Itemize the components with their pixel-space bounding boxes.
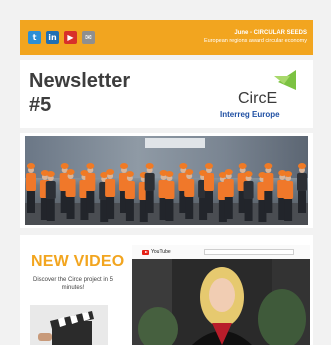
banner-subtitle: European regions award circular economy (203, 37, 307, 44)
social-links: t in ▶ ✉ (28, 31, 95, 44)
video-section: NEW VIDEO Discover the Circe project in … (20, 235, 313, 345)
video-player[interactable]: YouTube (132, 245, 310, 345)
video-heading: NEW VIDEO (31, 253, 125, 270)
photo-person (263, 163, 274, 213)
logo-arrow-icon (274, 70, 296, 90)
logo-name: CircE (238, 90, 278, 107)
group-photo (25, 136, 308, 225)
photo-person (204, 163, 214, 213)
page-title: Newsletter #5 (29, 69, 130, 117)
group-photo-card (20, 133, 313, 228)
youtube-play-icon (142, 249, 149, 255)
top-banner: t in ▶ ✉ June - CIRCULAR SEEDS European … (20, 20, 313, 55)
youtube-brand: YouTube (151, 249, 171, 255)
banner-text: June - CIRCULAR SEEDS European regions a… (204, 30, 307, 44)
newsletter-header: Newsletter #5 CircE Interreg Europe (20, 60, 313, 128)
player-search-input[interactable] (203, 249, 294, 255)
photo-person (297, 163, 307, 213)
photo-person (26, 163, 36, 213)
twitter-icon[interactable]: t (28, 31, 41, 44)
email-icon[interactable]: ✉ (82, 31, 95, 44)
youtube-logo[interactable]: YouTube (142, 249, 171, 255)
player-topbar: YouTube (132, 245, 310, 259)
logo-subtitle: Interreg Europe (220, 110, 280, 119)
video-thumbnail[interactable] (132, 259, 310, 345)
title-line-2: #5 (29, 94, 52, 116)
photo-person (85, 163, 96, 213)
photo-person (144, 163, 155, 213)
clapperboard-icon (30, 305, 108, 345)
photo-crowd (26, 163, 307, 222)
linkedin-icon[interactable]: in (46, 31, 59, 44)
title-line-1: Newsletter (29, 70, 131, 92)
circe-logo[interactable]: CircE Interreg Europe (218, 68, 308, 123)
banner-title: June - CIRCULAR SEEDS (234, 30, 307, 37)
video-description: Discover the Circe project in 5 minutes! (32, 277, 114, 291)
youtube-icon[interactable]: ▶ (64, 31, 77, 44)
